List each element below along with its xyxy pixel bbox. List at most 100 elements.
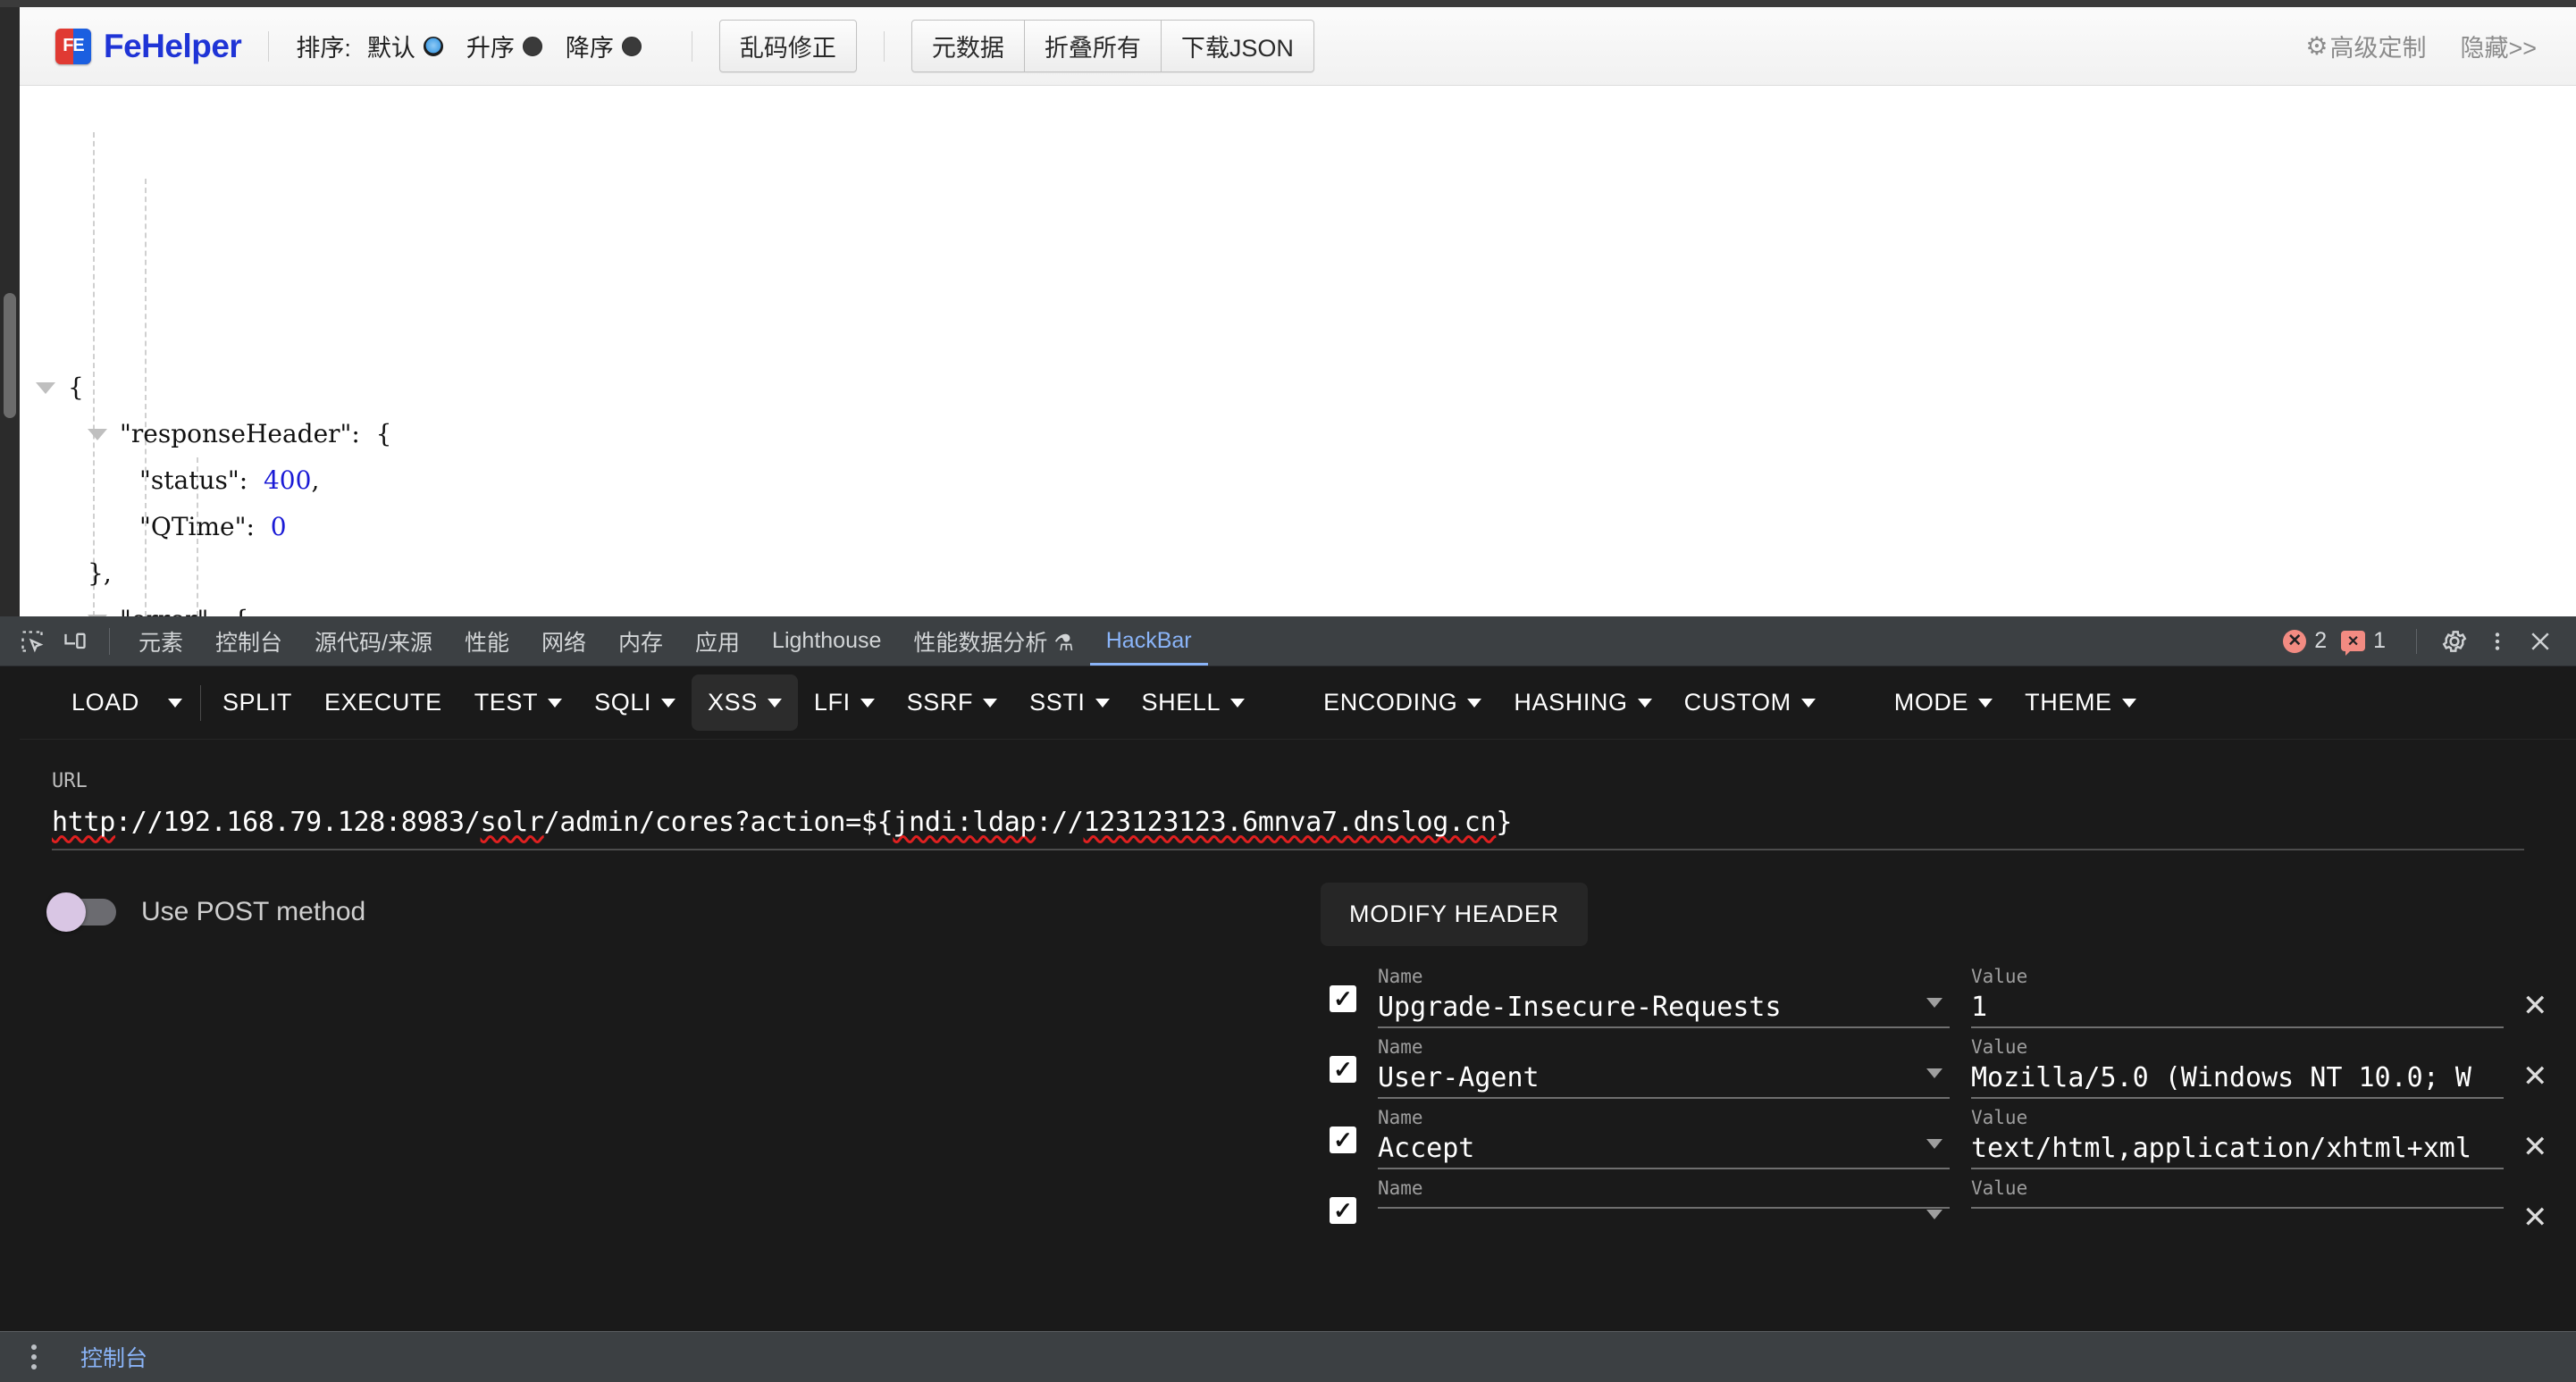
download-json-button[interactable]: 下载JSON bbox=[1161, 20, 1314, 72]
json-key: "responseHeader": bbox=[120, 419, 360, 448]
sort-control-group: 排序: 默认 升序 降序 bbox=[296, 29, 665, 63]
header-value-value[interactable]: text/html,application/xhtml+xml bbox=[1971, 1133, 2504, 1164]
device-toolbar-icon[interactable] bbox=[54, 622, 96, 661]
hackbar-test-button[interactable]: TEST bbox=[458, 674, 578, 731]
header-name-field[interactable]: Name bbox=[1378, 1177, 1950, 1219]
hackbar-shell-label: SHELL bbox=[1141, 689, 1221, 716]
toggle-knob[interactable] bbox=[46, 892, 86, 932]
header-value-value[interactable]: 1 bbox=[1971, 992, 2504, 1023]
devtools-tab-[interactable]: 源代码/来源 bbox=[298, 616, 449, 666]
remove-header-button[interactable]: ✕ bbox=[2522, 1202, 2548, 1233]
fehelper-logo-mark-text: FE bbox=[63, 36, 85, 55]
header-value-field[interactable]: Value Mozilla/5.0 (Windows NT 10.0; W bbox=[1971, 1036, 2504, 1099]
header-name-label: Name bbox=[1378, 1107, 1423, 1128]
hackbar-hashing-button[interactable]: HASHING bbox=[1498, 674, 1667, 731]
header-name-field[interactable]: Name Upgrade-Insecure-Requests bbox=[1378, 966, 1950, 1028]
collapse-all-button[interactable]: 折叠所有 bbox=[1024, 20, 1162, 72]
url-input[interactable]: http://192.168.79.128:8983/solr/admin/co… bbox=[52, 807, 2524, 838]
devtools-tab-[interactable]: 控制台 bbox=[199, 616, 298, 666]
remove-header-button[interactable]: ✕ bbox=[2522, 1132, 2548, 1162]
warning-count-badge[interactable]: ✕ 1 bbox=[2341, 628, 2386, 656]
header-enabled-checkbox[interactable]: ✓ bbox=[1330, 985, 1356, 1012]
devtools-tab-[interactable]: 性能数据分析 ⚗ bbox=[897, 616, 1089, 666]
hackbar-sqli-button[interactable]: SQLI bbox=[578, 674, 692, 731]
hackbar-split-button[interactable]: SPLIT bbox=[206, 674, 308, 731]
metadata-button[interactable]: 元数据 bbox=[910, 20, 1025, 72]
inspect-element-icon[interactable] bbox=[11, 622, 54, 661]
header-value-field[interactable]: Value bbox=[1971, 1177, 2504, 1209]
remove-header-button[interactable]: ✕ bbox=[2522, 991, 2548, 1021]
hackbar-xss-button[interactable]: XSS bbox=[692, 674, 798, 731]
chevron-down-icon bbox=[1230, 698, 1246, 708]
url-input-underline bbox=[52, 849, 2524, 850]
header-value-field[interactable]: Value 1 bbox=[1971, 966, 2504, 1028]
chevron-down-icon[interactable] bbox=[1926, 1210, 1942, 1219]
json-punct: { bbox=[68, 373, 84, 402]
load-dropdown-caret-icon[interactable] bbox=[167, 698, 182, 708]
error-count-badge[interactable]: ✕ 2 bbox=[2283, 628, 2327, 654]
radio-default-icon[interactable] bbox=[423, 36, 443, 56]
hackbar-encoding-button[interactable]: ENCODING bbox=[1307, 674, 1498, 731]
hide-toolbar-link[interactable]: 隐藏>> bbox=[2460, 29, 2537, 63]
gear-icon[interactable]: ⚙ bbox=[2305, 31, 2328, 61]
devtools-tab-lighthouse[interactable]: Lighthouse bbox=[756, 616, 897, 666]
radio-ascending-icon[interactable] bbox=[522, 36, 542, 56]
kebab-menu-icon[interactable] bbox=[9, 1344, 59, 1369]
collapse-triangle-icon[interactable] bbox=[36, 382, 55, 394]
hackbar-mode-button[interactable]: MODE bbox=[1878, 674, 2009, 731]
radio-descending-icon[interactable] bbox=[621, 36, 642, 56]
sort-option-default[interactable]: 默认 bbox=[367, 29, 443, 63]
hackbar-lfi-button[interactable]: LFI bbox=[798, 674, 891, 731]
vertical-scrollbar-thumb[interactable] bbox=[4, 293, 16, 418]
kebab-menu-icon[interactable] bbox=[2476, 622, 2519, 661]
header-name-value[interactable]: User-Agent bbox=[1378, 1062, 1950, 1093]
close-icon[interactable] bbox=[2519, 622, 2562, 661]
sort-option-descending[interactable]: 降序 bbox=[566, 29, 642, 63]
json-tree[interactable]: {"responseHeader": {"status": 400, "QTime… bbox=[20, 86, 2576, 616]
header-enabled-checkbox[interactable]: ✓ bbox=[1330, 1197, 1356, 1224]
chevron-down-icon[interactable] bbox=[1926, 1139, 1942, 1149]
header-name-label: Name bbox=[1378, 1036, 1423, 1058]
toolbar-separator bbox=[199, 684, 201, 721]
hackbar-load-button[interactable]: LOAD bbox=[55, 674, 155, 731]
sort-option-ascending[interactable]: 升序 bbox=[466, 29, 542, 63]
header-value-value[interactable]: Mozilla/5.0 (Windows NT 10.0; W bbox=[1971, 1062, 2504, 1093]
gear-icon[interactable] bbox=[2433, 622, 2476, 661]
advanced-customize-link[interactable]: 高级定制 bbox=[2329, 29, 2426, 63]
header-value-label: Value bbox=[1971, 1107, 2028, 1128]
hackbar-custom-button[interactable]: CUSTOM bbox=[1668, 674, 1832, 731]
drawer-tab-console[interactable]: 控制台 bbox=[80, 1341, 147, 1373]
devtools-tab-[interactable]: 网络 bbox=[525, 616, 602, 666]
hackbar-ssrf-button[interactable]: SSRF bbox=[891, 674, 1013, 731]
field-underline bbox=[1971, 1168, 2504, 1169]
hackbar-ssti-button[interactable]: SSTI bbox=[1013, 674, 1125, 731]
devtools-tab-[interactable]: 元素 bbox=[122, 616, 199, 666]
use-post-method-toggle[interactable]: Use POST method bbox=[46, 892, 365, 932]
header-name-field[interactable]: Name User-Agent bbox=[1378, 1036, 1950, 1099]
field-underline bbox=[1971, 1207, 2504, 1209]
url-segment: } bbox=[1496, 807, 1513, 838]
remove-header-button[interactable]: ✕ bbox=[2522, 1061, 2548, 1092]
hackbar-shell-button[interactable]: SHELL bbox=[1126, 674, 1262, 731]
devtools-tab-[interactable]: 内存 bbox=[602, 616, 679, 666]
hackbar-panel: LOAD SPLIT EXECUTE TEST SQLI XSS LFI SSRF SSTI SH… bbox=[0, 666, 2576, 1382]
devtools-tab-[interactable]: 性能 bbox=[449, 616, 525, 666]
header-enabled-checkbox[interactable]: ✓ bbox=[1330, 1056, 1356, 1083]
toggle-track[interactable] bbox=[46, 892, 116, 932]
collapse-triangle-icon[interactable] bbox=[88, 429, 107, 440]
header-name-value[interactable]: Upgrade-Insecure-Requests bbox=[1378, 992, 1950, 1023]
devtools-tab-hackbar[interactable]: HackBar bbox=[1090, 616, 1208, 666]
header-value-field[interactable]: Value text/html,application/xhtml+xml bbox=[1971, 1107, 2504, 1169]
header-enabled-checkbox[interactable]: ✓ bbox=[1330, 1127, 1356, 1153]
header-name-field[interactable]: Name Accept bbox=[1378, 1107, 1950, 1169]
chevron-down-icon[interactable] bbox=[1926, 1068, 1942, 1078]
chevron-down-icon bbox=[1978, 698, 1993, 708]
devtools-tab-[interactable]: 应用 bbox=[679, 616, 756, 666]
fix-encoding-button[interactable]: 乱码修正 bbox=[718, 20, 857, 72]
modify-header-button[interactable]: MODIFY HEADER bbox=[1321, 883, 1588, 946]
hackbar-execute-button[interactable]: EXECUTE bbox=[308, 674, 458, 731]
hackbar-theme-button[interactable]: THEME bbox=[2009, 674, 2152, 731]
header-name-value[interactable]: Accept bbox=[1378, 1133, 1950, 1164]
chevron-down-icon[interactable] bbox=[1926, 998, 1942, 1008]
hackbar-split-label: SPLIT bbox=[222, 689, 292, 716]
